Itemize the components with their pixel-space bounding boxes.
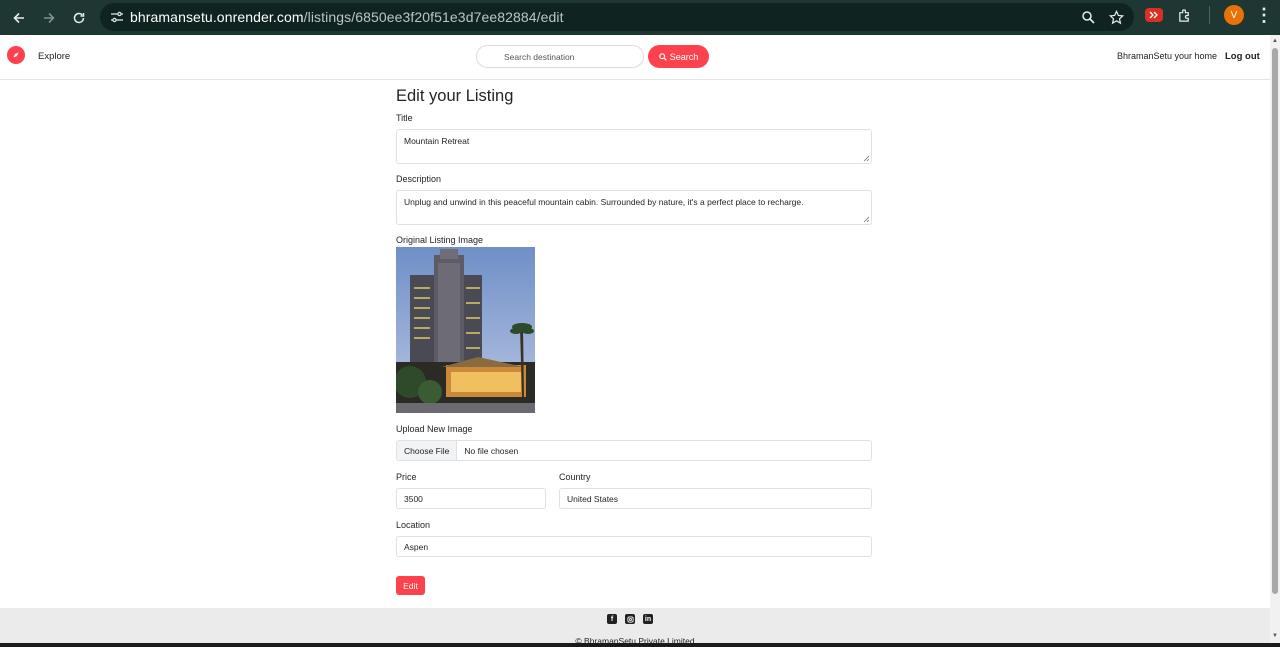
linkedin-icon[interactable]: in	[643, 614, 653, 624]
reload-icon[interactable]	[64, 3, 94, 33]
country-field[interactable]: United States	[559, 488, 872, 509]
site-info-icon[interactable]	[106, 6, 128, 28]
address-bar[interactable]: bhramansetu.onrender.com/listings/6850ee…	[100, 3, 1134, 31]
app-navbar: Explore Search destination Search Bhrama…	[0, 35, 1270, 80]
compass-logo-icon[interactable]	[7, 46, 25, 64]
back-arrow-icon[interactable]	[4, 3, 34, 33]
facebook-icon[interactable]: f	[607, 614, 617, 624]
browser-toolbar: bhramansetu.onrender.com/listings/6850ee…	[0, 0, 1280, 35]
image-upload-input[interactable]: Choose File No file chosen	[396, 440, 872, 461]
page-title: Edit your Listing	[396, 87, 514, 105]
kebab-menu-icon[interactable]: ⋮	[1254, 4, 1274, 26]
puzzle-icon[interactable]	[1173, 4, 1195, 26]
os-taskbar-edge	[0, 643, 1280, 647]
search-input[interactable]: Search destination	[476, 45, 644, 68]
url-text: bhramansetu.onrender.com/listings/6850ee…	[130, 9, 564, 25]
description-value: Unplug and unwind in this peaceful mount…	[404, 197, 804, 207]
profile-avatar[interactable]: V	[1224, 5, 1244, 25]
zoom-icon[interactable]	[1078, 7, 1098, 27]
search-icon	[658, 52, 667, 61]
search-button[interactable]: Search	[648, 45, 709, 68]
original-image-label: Original Listing Image	[396, 235, 484, 245]
country-value: United States	[567, 494, 619, 504]
choose-file-button[interactable]: Choose File	[397, 441, 458, 460]
description-field[interactable]: Unplug and unwind in this peaceful mount…	[396, 190, 872, 225]
extension-icon[interactable]	[1145, 8, 1163, 22]
toolbar-separator	[1209, 6, 1210, 24]
price-value: 3500	[404, 494, 423, 504]
scrollbar-thumb[interactable]	[1272, 48, 1278, 594]
logout-link[interactable]: Log out	[1225, 51, 1260, 62]
location-value: Aspen	[404, 542, 429, 552]
listing-image	[396, 247, 535, 413]
forward-arrow-icon[interactable]	[34, 3, 64, 33]
upload-label: Upload New Image	[396, 424, 473, 434]
title-value: Mountain Retreat	[404, 136, 470, 146]
edit-submit-button[interactable]: Edit	[396, 576, 425, 595]
scroll-up-arrow-icon[interactable]: ▲	[1272, 38, 1278, 44]
description-label: Description	[396, 174, 442, 184]
explore-link[interactable]: Explore	[38, 51, 70, 62]
search-button-label: Search	[669, 51, 699, 62]
title-field[interactable]: Mountain Retreat	[396, 129, 872, 164]
no-file-text: No file chosen	[464, 445, 519, 456]
location-field[interactable]: Aspen	[396, 536, 872, 557]
price-label: Price	[396, 472, 417, 482]
location-label: Location	[396, 520, 431, 530]
resize-handle-icon[interactable]	[863, 216, 869, 222]
home-link[interactable]: BhramanSetu your home	[1117, 51, 1217, 61]
country-label: Country	[559, 472, 591, 482]
bookmark-star-icon[interactable]	[1106, 7, 1126, 27]
price-field[interactable]: 3500	[396, 488, 546, 509]
page-footer: f in © BhramanSetu Private Limited	[0, 608, 1270, 647]
instagram-icon[interactable]	[625, 614, 635, 624]
scroll-down-arrow-icon[interactable]: ▼	[1272, 633, 1278, 639]
resize-handle-icon[interactable]	[863, 155, 869, 161]
title-label: Title	[396, 113, 413, 123]
